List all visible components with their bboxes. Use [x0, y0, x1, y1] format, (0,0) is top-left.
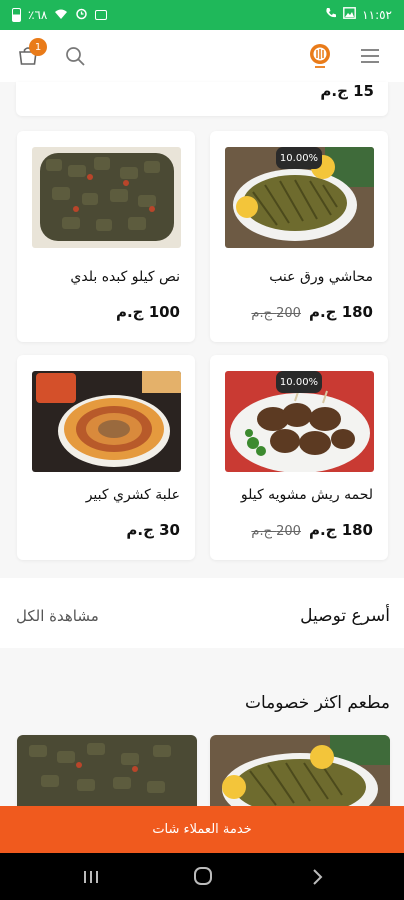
phone-icon: [325, 7, 337, 22]
status-right: ١١:٥٢: [325, 7, 392, 22]
customer-service-chat-button[interactable]: خدمة العملاء شات: [0, 806, 404, 853]
wifi-icon: [54, 8, 68, 23]
product-image-koshary: [32, 371, 181, 472]
alarm-icon: [75, 7, 88, 23]
previous-product-card[interactable]: 15 ج.م: [16, 82, 388, 116]
menu-icon: [361, 49, 379, 63]
restaurant-image-vine-leaves: [210, 735, 390, 815]
product-title: علبة كشري كبير: [85, 487, 180, 503]
status-time: ١١:٥٢: [362, 7, 392, 22]
image-icon: [343, 7, 357, 22]
search-button[interactable]: [61, 42, 89, 70]
system-nav-bar: [0, 853, 404, 900]
product-title: لحمه ريش مشويه كيلو: [240, 487, 373, 503]
price-row: 180 ج.م 200 ج.م: [251, 303, 373, 321]
product-title: نص كيلو كبده بلدي: [70, 269, 180, 285]
status-left: ٪٦٨: [12, 7, 108, 23]
fastest-delivery-title: أسرع توصيل: [300, 606, 390, 626]
home-button[interactable]: [193, 866, 213, 890]
app-header: 1: [0, 30, 404, 82]
discount-badge: 10.00%: [276, 147, 322, 169]
recent-apps-icon: [84, 871, 98, 883]
search-icon: [66, 47, 85, 66]
status-bar: ٪٦٨ ١١:٥٢: [0, 0, 404, 30]
logo-icon: [310, 44, 330, 68]
price-row: 100 ج.م: [116, 303, 180, 321]
logo[interactable]: [306, 42, 334, 70]
prev-price: 15 ج.م: [320, 82, 374, 100]
restaurant-card[interactable]: [17, 735, 197, 815]
product-card[interactable]: 10.00% محاشي ورق عنب 180 ج.م 200 ج.م: [210, 131, 388, 342]
price-row: 30 ج.م: [126, 521, 180, 539]
product-image-liver: [32, 147, 181, 248]
see-all-link[interactable]: مشاهدة الكل: [16, 607, 99, 625]
product-card[interactable]: 10.00% لحمه ريش مشويه كيلو 180 ج.م 200 ج…: [210, 355, 388, 560]
most-discounts-title: مطعم اكثر خصومات: [244, 693, 390, 713]
product-price: 180 ج.م: [308, 303, 373, 321]
notification-icon: [95, 10, 108, 20]
menu-button[interactable]: [356, 42, 384, 70]
battery-level: ٪٦٨: [28, 8, 48, 22]
product-old-price: 200 ج.م: [251, 524, 301, 539]
discount-badge: 10.00%: [276, 371, 322, 393]
back-button[interactable]: [311, 868, 323, 890]
product-title: محاشي ورق عنب: [269, 269, 373, 285]
restaurant-card[interactable]: [210, 735, 390, 815]
restaurant-image-liver: [17, 735, 197, 815]
cart-count-badge: 1: [29, 38, 47, 56]
product-card[interactable]: علبة كشري كبير 30 ج.م: [17, 355, 195, 560]
back-chevron-icon: [313, 869, 323, 885]
product-price: 180 ج.م: [308, 521, 373, 539]
product-price: 100 ج.م: [115, 303, 180, 321]
price-row: 180 ج.م 200 ج.م: [251, 521, 373, 539]
product-price: 30 ج.م: [126, 521, 180, 539]
home-icon: [194, 867, 212, 885]
battery-icon: [12, 8, 21, 22]
recent-apps-button[interactable]: [82, 869, 100, 889]
product-card[interactable]: نص كيلو كبده بلدي 100 ج.م: [17, 131, 195, 342]
product-old-price: 200 ج.م: [251, 306, 301, 321]
